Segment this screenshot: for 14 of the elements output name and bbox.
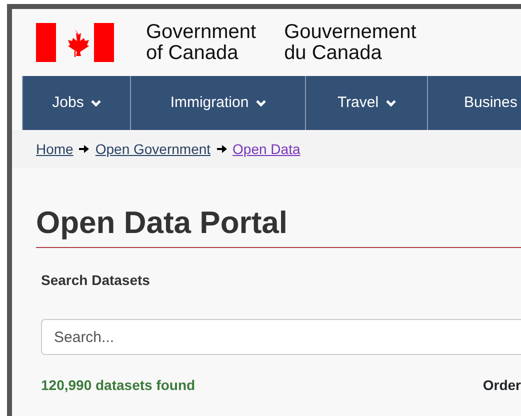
wordmark-text: Gouvernement du Canada: [283, 22, 416, 64]
nav-menu-item[interactable]: Busines: [428, 76, 521, 130]
breadcrumb-link[interactable]: Open Government: [95, 138, 211, 160]
search-field[interactable]: Search...: [41, 319, 521, 356]
wordmark-text: Government of Canada: [145, 22, 256, 64]
flag-icon: [36, 23, 114, 62]
breadcrumb-link[interactable]: Open Data: [232, 138, 300, 160]
order-label: Order: [482, 376, 521, 396]
page-title: Open Data Portal: [36, 204, 521, 248]
results-count: 120,990 datasets found: [41, 376, 196, 396]
breadcrumb-link[interactable]: Home: [36, 138, 74, 160]
search-label: Search Datasets: [41, 271, 151, 290]
arrow-right-icon: [79, 145, 90, 153]
arrow-right-icon: [216, 145, 227, 153]
